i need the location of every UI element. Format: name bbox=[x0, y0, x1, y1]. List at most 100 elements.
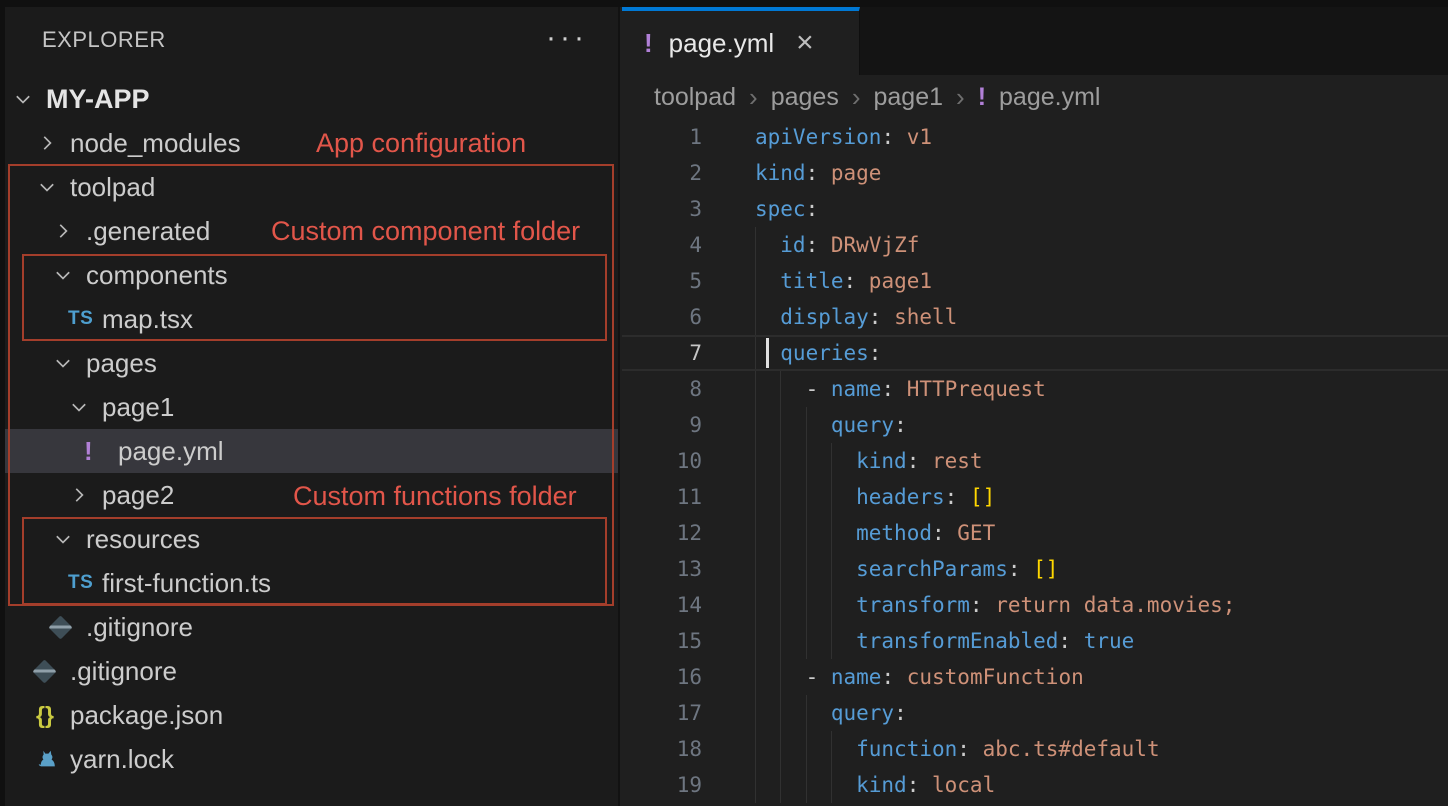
chevron-right-icon bbox=[52, 220, 74, 242]
indent-guide bbox=[755, 299, 780, 335]
token-pun: : bbox=[957, 737, 982, 761]
tree-file-map.tsx[interactable]: TSmap.tsx bbox=[0, 297, 618, 341]
code-line-17[interactable]: 17query: bbox=[622, 695, 1448, 731]
token-arr: [] bbox=[1033, 557, 1058, 581]
tree-folder-node-modules[interactable]: node_modules bbox=[0, 121, 618, 165]
code-line-1[interactable]: 1apiVersion: v1 bbox=[622, 119, 1448, 155]
token-arr: [] bbox=[970, 485, 995, 509]
indent-guide bbox=[755, 227, 780, 263]
token-val: local bbox=[932, 773, 995, 797]
token-val: customFunction bbox=[907, 665, 1084, 689]
token-pun: : bbox=[881, 377, 906, 401]
token-key: method bbox=[856, 521, 932, 545]
code-line-7[interactable]: 7queries: bbox=[622, 335, 1448, 371]
tree-item-label: pages bbox=[86, 348, 157, 379]
token-bool: true bbox=[1084, 629, 1135, 653]
tree-item-label: .gitignore bbox=[70, 656, 177, 687]
code-line-3[interactable]: 3spec: bbox=[622, 191, 1448, 227]
indent-guide bbox=[806, 767, 831, 803]
tree-folder-.generated[interactable]: .generated bbox=[0, 209, 618, 253]
code-line-6[interactable]: 6display: shell bbox=[622, 299, 1448, 335]
token-key: kind bbox=[755, 161, 806, 185]
indent-guide bbox=[755, 371, 780, 407]
indent-guide bbox=[780, 695, 805, 731]
line-number: 14 bbox=[622, 587, 702, 623]
token-pun: : bbox=[844, 269, 869, 293]
token-val: GET bbox=[957, 521, 995, 545]
code-line-2[interactable]: 2kind: page bbox=[622, 155, 1448, 191]
code-editor[interactable]: 1apiVersion: v12kind: page3spec:4id: DRw… bbox=[622, 119, 1448, 803]
code-line-18[interactable]: 18function: abc.ts#default bbox=[622, 731, 1448, 767]
indent-guide bbox=[831, 623, 856, 659]
line-number: 18 bbox=[622, 731, 702, 767]
token-key: apiVersion bbox=[755, 125, 881, 149]
tab-title: page.yml bbox=[669, 28, 775, 59]
indent-guide bbox=[806, 479, 831, 515]
line-content: transformEnabled: true bbox=[755, 623, 1134, 659]
indent-guide bbox=[831, 515, 856, 551]
token-pun: : bbox=[894, 701, 907, 725]
code-line-8[interactable]: 8- name: HTTPrequest bbox=[622, 371, 1448, 407]
tree-item-label: toolpad bbox=[70, 172, 155, 203]
tree-root-my-app[interactable]: MY-APP bbox=[0, 77, 618, 121]
code-line-16[interactable]: 16- name: customFunction bbox=[622, 659, 1448, 695]
code-line-10[interactable]: 10kind: rest bbox=[622, 443, 1448, 479]
explorer-sidebar: EXPLORER ··· MY-APP node_modules toolpad… bbox=[0, 0, 620, 806]
token-pun: : bbox=[806, 197, 819, 221]
token-key: spec bbox=[755, 197, 806, 221]
breadcrumb-item-file[interactable]: page.yml bbox=[999, 83, 1100, 112]
line-number: 12 bbox=[622, 515, 702, 551]
tree-folder-components[interactable]: components bbox=[0, 253, 618, 297]
token-pun: : bbox=[1058, 629, 1083, 653]
tree-file-.gitignore[interactable]: .gitignore bbox=[0, 605, 618, 649]
tree-folder-resources[interactable]: resources bbox=[0, 517, 618, 561]
tree-folder-page1[interactable]: page1 bbox=[0, 385, 618, 429]
indent-guide bbox=[806, 515, 831, 551]
tree-item-label: .generated bbox=[86, 216, 210, 247]
line-content: method: GET bbox=[755, 515, 995, 551]
token-pun: - bbox=[806, 665, 831, 689]
line-content: spec: bbox=[755, 191, 818, 227]
more-actions-icon[interactable]: ··· bbox=[546, 21, 588, 55]
token-key: transform bbox=[856, 593, 970, 617]
token-pun: : bbox=[907, 449, 932, 473]
token-key: queries bbox=[780, 341, 869, 365]
line-number: 16 bbox=[622, 659, 702, 695]
line-content: searchParams: [] bbox=[755, 551, 1058, 587]
tree-file-page.yml[interactable]: !page.yml bbox=[0, 429, 618, 473]
line-content: query: bbox=[755, 407, 907, 443]
code-line-15[interactable]: 15transformEnabled: true bbox=[622, 623, 1448, 659]
breadcrumb: toolpad ›pages ›page1 ›! page.yml bbox=[622, 75, 1448, 119]
breadcrumb-item-toolpad[interactable]: toolpad bbox=[654, 83, 736, 112]
token-val: shell bbox=[894, 305, 957, 329]
breadcrumb-item-page1[interactable]: page1 bbox=[874, 83, 944, 112]
code-line-5[interactable]: 5title: page1 bbox=[622, 263, 1448, 299]
yaml-warning-icon: ! bbox=[84, 436, 93, 467]
typescript-icon: TS bbox=[68, 308, 93, 330]
tree-file-package.json[interactable]: {}package.json bbox=[0, 693, 618, 737]
code-line-13[interactable]: 13searchParams: [] bbox=[622, 551, 1448, 587]
explorer-title: EXPLORER bbox=[42, 27, 166, 53]
tree-folder-pages[interactable]: pages bbox=[0, 341, 618, 385]
token-key: title bbox=[780, 269, 843, 293]
token-val: abc.ts#default bbox=[983, 737, 1160, 761]
indent-guide bbox=[755, 443, 780, 479]
code-line-19[interactable]: 19kind: local bbox=[622, 767, 1448, 803]
tree-file-first-function.ts[interactable]: TSfirst-function.ts bbox=[0, 561, 618, 605]
yaml-warning-icon: ! bbox=[978, 83, 986, 112]
tab-page-yml[interactable]: ! page.yml × bbox=[622, 7, 860, 75]
tree-file-yarn.lock[interactable]: yarn.lock bbox=[0, 737, 618, 781]
tree-folder-page2[interactable]: page2 bbox=[0, 473, 618, 517]
code-line-12[interactable]: 12 method: GET bbox=[622, 515, 1448, 551]
tree-file-.gitignore[interactable]: .gitignore bbox=[0, 649, 618, 693]
git-icon bbox=[32, 659, 56, 683]
breadcrumb-item-pages[interactable]: pages bbox=[771, 83, 839, 112]
code-line-4[interactable]: 4id: DRwVjZf bbox=[622, 227, 1448, 263]
tab-close-icon[interactable]: × bbox=[796, 28, 814, 58]
tree-folder-toolpad[interactable]: toolpad bbox=[0, 165, 618, 209]
chevron-down-icon bbox=[52, 528, 74, 550]
code-line-9[interactable]: 9query: bbox=[622, 407, 1448, 443]
vscode-window: EXPLORER ··· MY-APP node_modules toolpad… bbox=[0, 0, 1448, 806]
code-line-14[interactable]: 14transform: return data.movies; bbox=[622, 587, 1448, 623]
code-line-11[interactable]: 11headers: [] bbox=[622, 479, 1448, 515]
